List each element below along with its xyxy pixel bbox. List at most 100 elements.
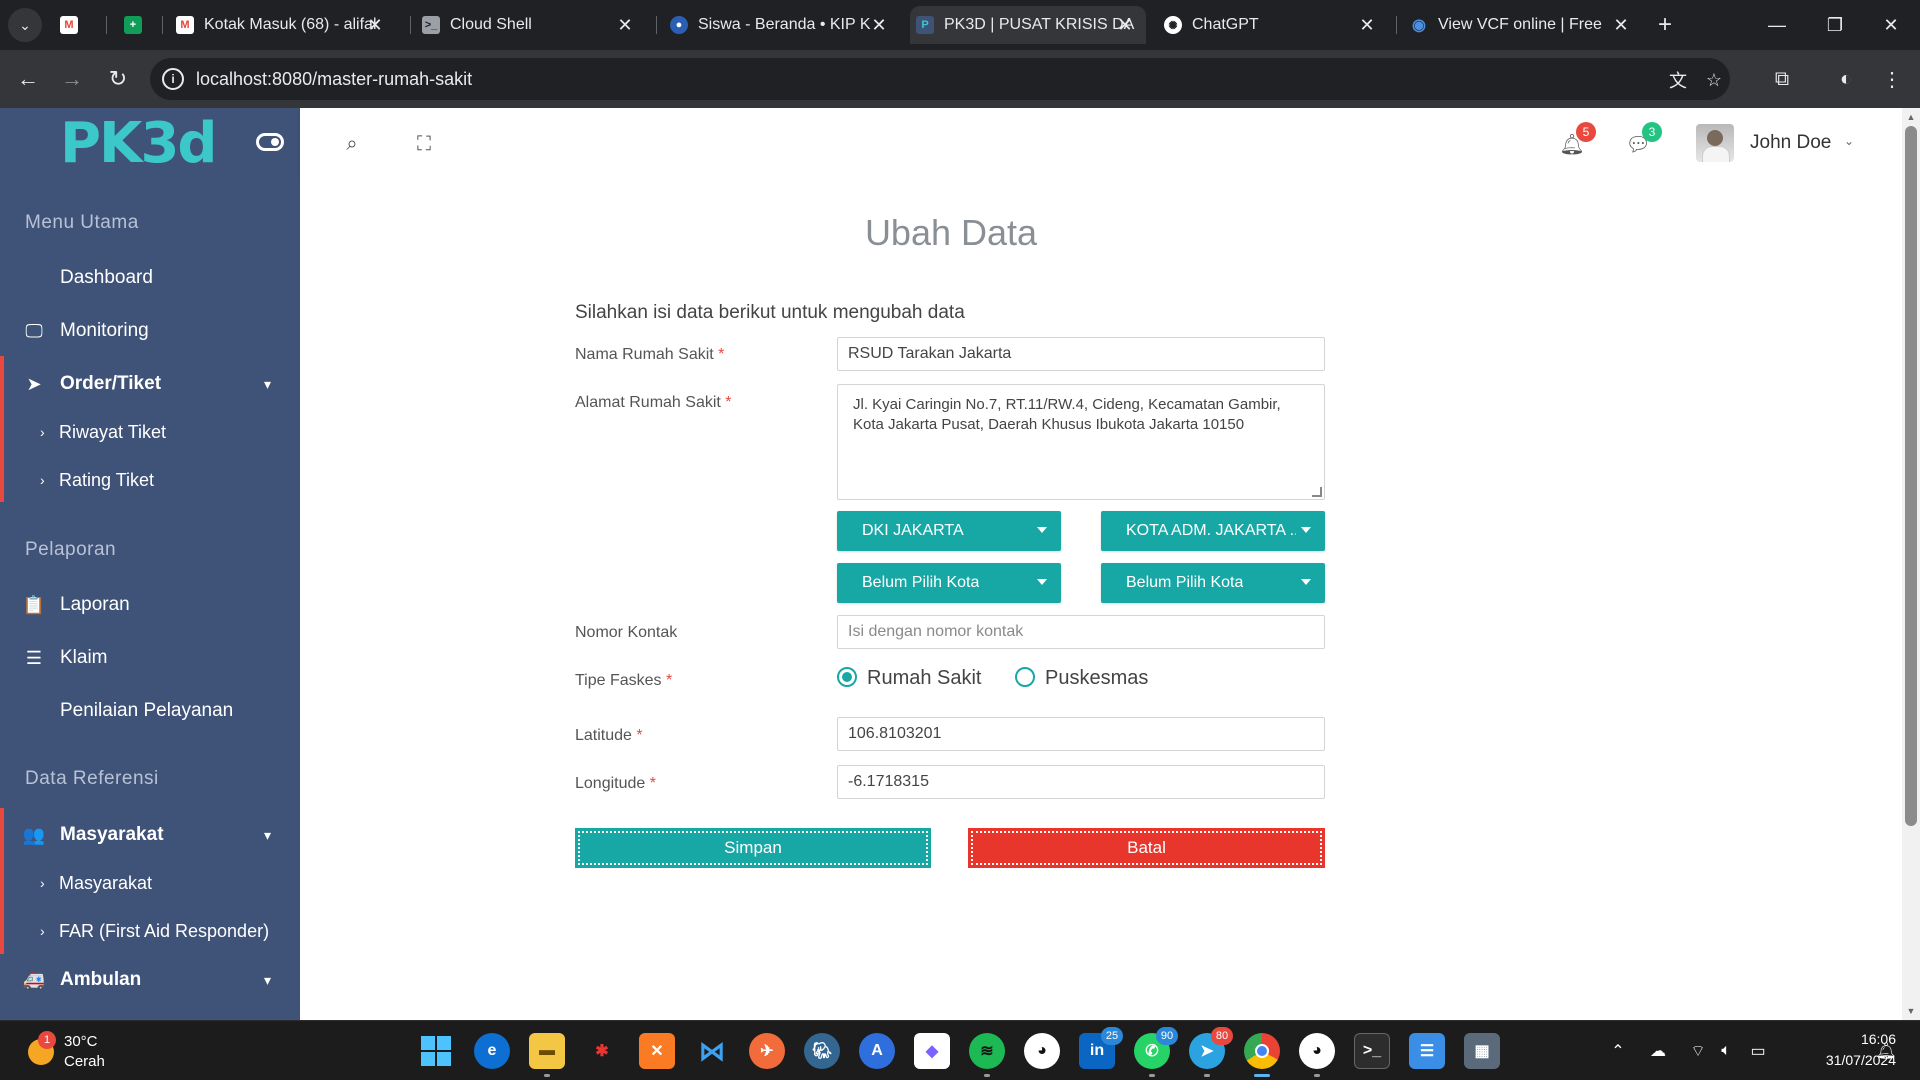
linkedin-icon[interactable]: in 25	[1079, 1027, 1123, 1069]
fullscreen-icon[interactable]: ⛶	[412, 132, 436, 156]
kelurahan-select[interactable]: Belum Pilih Kota	[1101, 563, 1325, 603]
page-scrollbar[interactable]: ▲ ▼	[1902, 108, 1920, 1020]
tab-cloud-shell[interactable]: >_ Cloud Shell ✕	[422, 6, 646, 44]
cancel-button[interactable]: Batal	[968, 828, 1325, 868]
sidebar-item-klaim[interactable]: ☰ Klaim	[0, 636, 300, 680]
site-info-icon[interactable]: i	[162, 68, 184, 90]
tab-vcf-viewer[interactable]: ◉ View VCF online | Free ✕	[1410, 6, 1642, 44]
minimize-icon[interactable]: —	[1748, 0, 1806, 50]
battery-icon[interactable]: ▭	[1746, 1039, 1770, 1063]
sidebar-item-laporan[interactable]: 📋 Laporan	[0, 583, 300, 627]
tab-kip-kuliah[interactable]: ● Siswa - Beranda • KIP K ✕	[670, 6, 900, 44]
more-menu-icon[interactable]: ⋮	[1876, 63, 1908, 95]
vscode-icon[interactable]: ⋈	[694, 1033, 730, 1069]
chat-icon[interactable]: 💬︎ 3	[1625, 122, 1662, 156]
tab-pk3d-active[interactable]: P PK3D | PUSAT KRISIS DA ✕	[910, 6, 1146, 44]
xampp-icon[interactable]: ✕	[639, 1033, 675, 1069]
windows-start-icon[interactable]	[418, 1033, 454, 1069]
edge-icon[interactable]: e	[474, 1033, 510, 1069]
radio-rumah-sakit[interactable]	[837, 667, 857, 687]
back-arrow-icon[interactable]: ←	[12, 63, 44, 95]
radio-label-rumah-sakit[interactable]: Rumah Sakit	[867, 667, 982, 690]
tab-sheets-pinned[interactable]: +	[124, 6, 164, 44]
reload-icon[interactable]: ↻	[102, 63, 134, 95]
provinsi-select[interactable]: DKI JAKARTA	[837, 511, 1061, 551]
telegram-icon[interactable]: ➤ 80	[1189, 1027, 1233, 1077]
tab-gmail-inbox[interactable]: M Kotak Masuk (68) - alifal ✕	[176, 6, 396, 44]
weather-description[interactable]: Cerah	[64, 1053, 105, 1070]
save-button[interactable]: Simpan	[575, 828, 931, 868]
sidebar-item-order-tiket[interactable]: ➤ Order/Tiket ▾	[0, 362, 300, 406]
close-tab-icon[interactable]: ✕	[1610, 14, 1632, 36]
onedrive-cloud-icon[interactable]: ☁	[1646, 1039, 1670, 1063]
wifi-icon[interactable]: ⌔	[1686, 1039, 1710, 1063]
notepad-icon[interactable]: ☰	[1409, 1033, 1445, 1069]
sidebar-subitem-masyarakat[interactable]: › Masyarakat	[0, 863, 300, 903]
close-tab-icon[interactable]: ✕	[868, 14, 890, 36]
search-icon[interactable]: ⌕	[340, 132, 364, 156]
clickup-icon[interactable]: ◆	[914, 1033, 950, 1069]
address-bar[interactable]: i localhost:8080/master-rumah-sakit 文 ☆	[150, 58, 1730, 100]
close-window-icon[interactable]: ✕	[1862, 0, 1920, 50]
weather-temperature[interactable]: 30°C	[64, 1033, 98, 1050]
nama-rumah-sakit-input[interactable]: RSUD Tarakan Jakarta	[837, 337, 1325, 371]
resize-grip-icon[interactable]	[1312, 487, 1322, 497]
new-tab-plus-icon[interactable]: +	[1650, 10, 1680, 40]
app-red-icon[interactable]: ✱	[584, 1033, 620, 1069]
sidebar-item-ambulan[interactable]: 🚑 Ambulan ▾	[0, 958, 300, 1002]
latitude-input[interactable]: 106.8103201	[837, 717, 1325, 751]
sidebar-subitem-far[interactable]: › FAR (First Aid Responder)	[0, 911, 300, 951]
app-logo[interactable]: PK3d	[60, 114, 217, 174]
close-tab-icon[interactable]: ✕	[1114, 14, 1136, 36]
restore-icon[interactable]: ❐	[1806, 0, 1864, 50]
volume-icon[interactable]: 🔈︎	[1714, 1039, 1738, 1063]
chrome-icon[interactable]	[1244, 1033, 1280, 1077]
radio-label-puskesmas[interactable]: Puskesmas	[1045, 667, 1148, 690]
chevron-down-icon[interactable]: ⌄	[1844, 134, 1854, 148]
avatar[interactable]	[1696, 124, 1734, 162]
tab-search-chevron-icon[interactable]: ⌄	[8, 8, 42, 42]
profile-avatar-icon[interactable]: ◐	[1830, 63, 1862, 95]
alamat-label: Alamat Rumah Sakit *	[575, 394, 732, 412]
file-explorer-icon[interactable]: ▬	[529, 1033, 565, 1077]
user-name[interactable]: John Doe	[1750, 132, 1831, 154]
sidebar-item-monitoring[interactable]: 🖵 Monitoring	[0, 309, 300, 353]
whatsapp-icon[interactable]: ✆ 90	[1134, 1027, 1178, 1077]
translate-icon[interactable]: 文	[1666, 68, 1690, 92]
sidebar-toggle-icon[interactable]	[256, 133, 284, 151]
app-panda-icon[interactable]: ◕	[1024, 1033, 1060, 1069]
tray-chevron-up-icon[interactable]: ⌃	[1606, 1039, 1630, 1063]
bookmark-star-icon[interactable]: ☆	[1702, 68, 1726, 92]
forward-arrow-icon[interactable]: →	[56, 63, 88, 95]
nomor-kontak-input[interactable]: Isi dengan nomor kontak	[837, 615, 1325, 649]
sidebar-subitem-rating-tiket[interactable]: › Rating Tiket	[0, 460, 300, 500]
kota-select[interactable]: KOTA ADM. JAKARTA ...	[1101, 511, 1325, 551]
alamat-textarea[interactable]: Jl. Kyai Caringin No.7, RT.11/RW.4, Cide…	[837, 384, 1325, 500]
tab-chatgpt[interactable]: ✺ ChatGPT ✕	[1164, 6, 1388, 44]
app-panda-2-icon[interactable]: ◕	[1299, 1033, 1335, 1077]
scroll-down-arrow-icon[interactable]: ▼	[1902, 1004, 1920, 1018]
app-a-icon[interactable]: A	[859, 1033, 895, 1069]
sidebar-item-dashboard[interactable]: Dashboard	[0, 256, 300, 300]
tab-gmail-pinned[interactable]: M	[60, 6, 100, 44]
kecamatan-select[interactable]: Belum Pilih Kota	[837, 563, 1061, 603]
scrollbar-thumb[interactable]	[1905, 126, 1917, 826]
spotify-icon[interactable]: ≋	[969, 1033, 1005, 1077]
bell-icon[interactable]: 🔔︎ 5	[1559, 122, 1596, 156]
sidebar-item-masyarakat-group[interactable]: 👥 Masyarakat ▾	[0, 813, 300, 857]
postgresql-icon[interactable]: 🐘︎	[804, 1033, 840, 1069]
close-tab-icon[interactable]: ✕	[1356, 14, 1378, 36]
sidebar-subitem-riwayat-tiket[interactable]: › Riwayat Tiket	[0, 412, 300, 452]
scroll-up-arrow-icon[interactable]: ▲	[1902, 110, 1920, 124]
sidebar-item-penilaian-pelayanan[interactable]: Penilaian Pelayanan	[0, 689, 300, 733]
longitude-input[interactable]: -6.1718315	[837, 765, 1325, 799]
terminal-icon[interactable]: >_	[1354, 1033, 1390, 1069]
postman-icon[interactable]: ✈	[749, 1033, 785, 1069]
extensions-puzzle-icon[interactable]: ⧉	[1766, 63, 1798, 95]
url-text[interactable]: localhost:8080/master-rumah-sakit	[196, 69, 472, 90]
radio-puskesmas[interactable]	[1015, 667, 1035, 687]
close-tab-icon[interactable]: ✕	[364, 14, 386, 36]
notification-bell-icon[interactable]: 🔔︎	[1874, 1039, 1898, 1063]
close-tab-icon[interactable]: ✕	[614, 14, 636, 36]
calculator-icon[interactable]: ▦	[1464, 1033, 1500, 1069]
